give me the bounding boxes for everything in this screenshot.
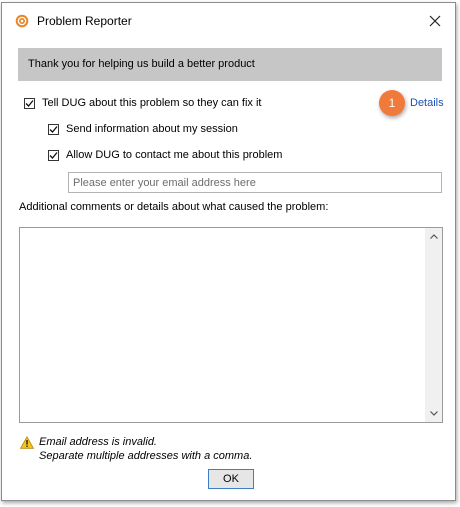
scroll-down-icon[interactable]: [425, 405, 442, 422]
warning-line-2: Separate multiple addresses with a comma…: [39, 450, 253, 462]
ok-button[interactable]: OK: [208, 469, 254, 489]
warning-icon: [19, 435, 35, 449]
details-link[interactable]: Details: [410, 97, 444, 109]
email-warning-message: Email address is invalid. Separate multi…: [39, 435, 252, 463]
checkmark-icon: [25, 99, 34, 107]
checkmark-icon: [49, 125, 58, 133]
comments-box: [19, 227, 443, 423]
step-callout-badge: 1: [379, 90, 405, 116]
checkmark-icon: [49, 151, 58, 159]
comments-textarea[interactable]: [20, 228, 425, 422]
problem-reporter-dialog: Problem Reporter Thank you for helping u…: [1, 2, 456, 501]
email-field[interactable]: [68, 172, 442, 193]
warning-line-1: Email address is invalid.: [39, 436, 157, 448]
close-button[interactable]: [425, 11, 445, 31]
send-session-checkbox[interactable]: [48, 123, 59, 135]
title-bar[interactable]: Problem Reporter: [2, 3, 455, 39]
window-title: Problem Reporter: [37, 14, 132, 28]
target-icon: [15, 14, 29, 28]
allow-contact-label: Allow DUG to contact me about this probl…: [66, 149, 283, 161]
send-session-option[interactable]: Send information about my session: [48, 123, 238, 135]
scroll-up-icon[interactable]: [425, 228, 442, 245]
comments-scrollbar[interactable]: [425, 228, 442, 422]
thank-you-banner: Thank you for helping us build a better …: [18, 48, 442, 81]
tell-dug-option[interactable]: Tell DUG about this problem so they can …: [24, 97, 261, 109]
comments-label: Additional comments or details about wha…: [19, 201, 329, 213]
tell-dug-checkbox[interactable]: [24, 97, 35, 109]
send-session-label: Send information about my session: [66, 123, 238, 135]
tell-dug-label: Tell DUG about this problem so they can …: [42, 97, 262, 109]
allow-contact-option[interactable]: Allow DUG to contact me about this probl…: [48, 149, 282, 161]
close-icon: [429, 15, 441, 27]
allow-contact-checkbox[interactable]: [48, 149, 59, 161]
